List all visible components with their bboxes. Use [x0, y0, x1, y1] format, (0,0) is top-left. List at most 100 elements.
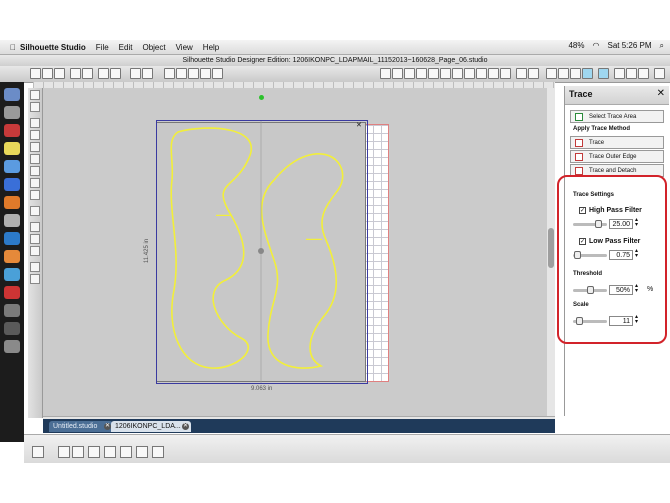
- color-select-icon[interactable]: [136, 446, 148, 458]
- zoom-out-icon[interactable]: [176, 68, 187, 79]
- compound-icon[interactable]: [404, 68, 415, 79]
- trash-icon[interactable]: [4, 340, 20, 353]
- ellipse-tool-icon[interactable]: [30, 178, 40, 188]
- polygon-tool-icon[interactable]: [30, 130, 40, 140]
- menu-help[interactable]: Help: [203, 43, 219, 52]
- duplicate-icon[interactable]: [72, 446, 84, 458]
- library-icon[interactable]: [516, 68, 527, 79]
- fill-color-icon[interactable]: [614, 68, 625, 79]
- rectangle-tool-icon[interactable]: [30, 166, 40, 176]
- arc-tool-icon[interactable]: [30, 154, 40, 164]
- battery-percent[interactable]: 48%: [568, 41, 584, 51]
- edit-points-tool-icon[interactable]: [30, 102, 40, 112]
- menu-edit[interactable]: Edit: [119, 43, 133, 52]
- zoom-in-icon[interactable]: [164, 68, 175, 79]
- app-store-icon[interactable]: [4, 160, 20, 173]
- release-icon[interactable]: [416, 68, 427, 79]
- new-icon[interactable]: [30, 68, 41, 79]
- preferences-icon[interactable]: [4, 214, 20, 227]
- zoom-select-icon[interactable]: [32, 446, 44, 458]
- registration-icon[interactable]: [570, 68, 581, 79]
- front-icon[interactable]: [464, 68, 475, 79]
- undo-icon[interactable]: [130, 68, 141, 79]
- store-icon[interactable]: [528, 68, 539, 79]
- text-tool-icon[interactable]: [30, 206, 40, 216]
- zoom-fit-icon[interactable]: [188, 68, 199, 79]
- safari-icon[interactable]: [4, 178, 20, 191]
- design-canvas[interactable]: ▬▬▬▬ ▬▬▬▬ ✕ 9.063 in 11.425 in: [43, 88, 555, 416]
- pan-icon[interactable]: [212, 68, 223, 79]
- photoshop-icon[interactable]: [4, 232, 20, 245]
- app-menu[interactable]: Silhouette Studio: [20, 43, 86, 52]
- redo-icon[interactable]: [142, 68, 153, 79]
- grid-icon[interactable]: [558, 68, 569, 79]
- acrobat-icon[interactable]: [4, 286, 20, 299]
- select-tool-icon[interactable]: [30, 90, 40, 100]
- replicate-icon[interactable]: [452, 68, 463, 79]
- group-select-icon[interactable]: [58, 446, 70, 458]
- menu-view[interactable]: View: [176, 43, 193, 52]
- menu-file[interactable]: File: [96, 43, 109, 52]
- send-to-cutter-icon[interactable]: [152, 446, 164, 458]
- menu-object[interactable]: Object: [142, 43, 165, 52]
- line-tool-icon[interactable]: [30, 118, 40, 128]
- back-icon[interactable]: [476, 68, 487, 79]
- vertical-scroll-thumb[interactable]: [548, 228, 554, 268]
- notes-icon[interactable]: [4, 142, 20, 155]
- finder-icon[interactable]: [4, 88, 20, 101]
- group-icon[interactable]: [380, 68, 391, 79]
- ungroup-icon[interactable]: [392, 68, 403, 79]
- save-icon[interactable]: [54, 68, 65, 79]
- rotate-handle[interactable]: [259, 95, 264, 100]
- freehand-tool-icon[interactable]: [30, 190, 40, 200]
- trace-outer-edge-button[interactable]: Trace Outer Edge: [570, 150, 664, 163]
- trace-panel-icon[interactable]: [598, 68, 609, 79]
- outer-edge-icon: [575, 153, 583, 161]
- align-icon[interactable]: [428, 68, 439, 79]
- open-icon[interactable]: [42, 68, 53, 79]
- close-panel-icon[interactable]: ✕: [657, 88, 665, 99]
- apple-icon[interactable]: : [10, 43, 16, 52]
- deselect-icon[interactable]: [120, 446, 132, 458]
- weld-icon[interactable]: [488, 68, 499, 79]
- paste-icon[interactable]: [110, 68, 121, 79]
- page-setup-icon[interactable]: [546, 68, 557, 79]
- eraser-tool-icon[interactable]: [30, 222, 40, 232]
- vertical-scrollbar[interactable]: [547, 88, 555, 416]
- offset-icon[interactable]: [500, 68, 511, 79]
- knife-tool-icon[interactable]: [30, 234, 40, 244]
- calendar-icon[interactable]: [4, 124, 20, 137]
- close-selection-icon[interactable]: ✕: [356, 122, 363, 129]
- cut-icon[interactable]: [82, 68, 93, 79]
- clock[interactable]: Sat 5:26 PM: [607, 41, 651, 51]
- trace-button[interactable]: Trace: [570, 136, 664, 149]
- library-tool-icon[interactable]: [30, 262, 40, 272]
- tab-current-document[interactable]: 1206IKONPC_LDA... ✕: [111, 421, 191, 432]
- delete-icon[interactable]: [88, 446, 100, 458]
- downloads-icon[interactable]: [4, 322, 20, 335]
- tab-untitled[interactable]: Untitled.studio ✕: [49, 421, 113, 432]
- line-style-icon[interactable]: [638, 68, 649, 79]
- curve-tool-icon[interactable]: [30, 142, 40, 152]
- copy-icon[interactable]: [98, 68, 109, 79]
- cut-settings-icon[interactable]: [654, 68, 665, 79]
- print-icon[interactable]: [70, 68, 81, 79]
- eyedropper-tool-icon[interactable]: [30, 246, 40, 256]
- trace-icon[interactable]: [582, 68, 593, 79]
- selection-box[interactable]: [156, 120, 368, 384]
- select-trace-area-button[interactable]: Select Trace Area: [570, 110, 664, 123]
- illustrator-icon[interactable]: [4, 250, 20, 263]
- line-color-icon[interactable]: [626, 68, 637, 79]
- arrange-icon[interactable]: [440, 68, 451, 79]
- skype-icon[interactable]: [4, 268, 20, 281]
- wifi-icon[interactable]: ◠: [593, 41, 600, 51]
- silhouette-icon[interactable]: [4, 304, 20, 317]
- search-icon[interactable]: ⌕: [660, 41, 664, 51]
- zoom-page-icon[interactable]: [200, 68, 211, 79]
- close-tab-icon[interactable]: ✕: [104, 423, 111, 430]
- store-tool-icon[interactable]: [30, 274, 40, 284]
- close-tab-icon[interactable]: ✕: [182, 423, 189, 430]
- firefox-icon[interactable]: [4, 196, 20, 209]
- select-all-icon[interactable]: [104, 446, 116, 458]
- launchpad-icon[interactable]: [4, 106, 20, 119]
